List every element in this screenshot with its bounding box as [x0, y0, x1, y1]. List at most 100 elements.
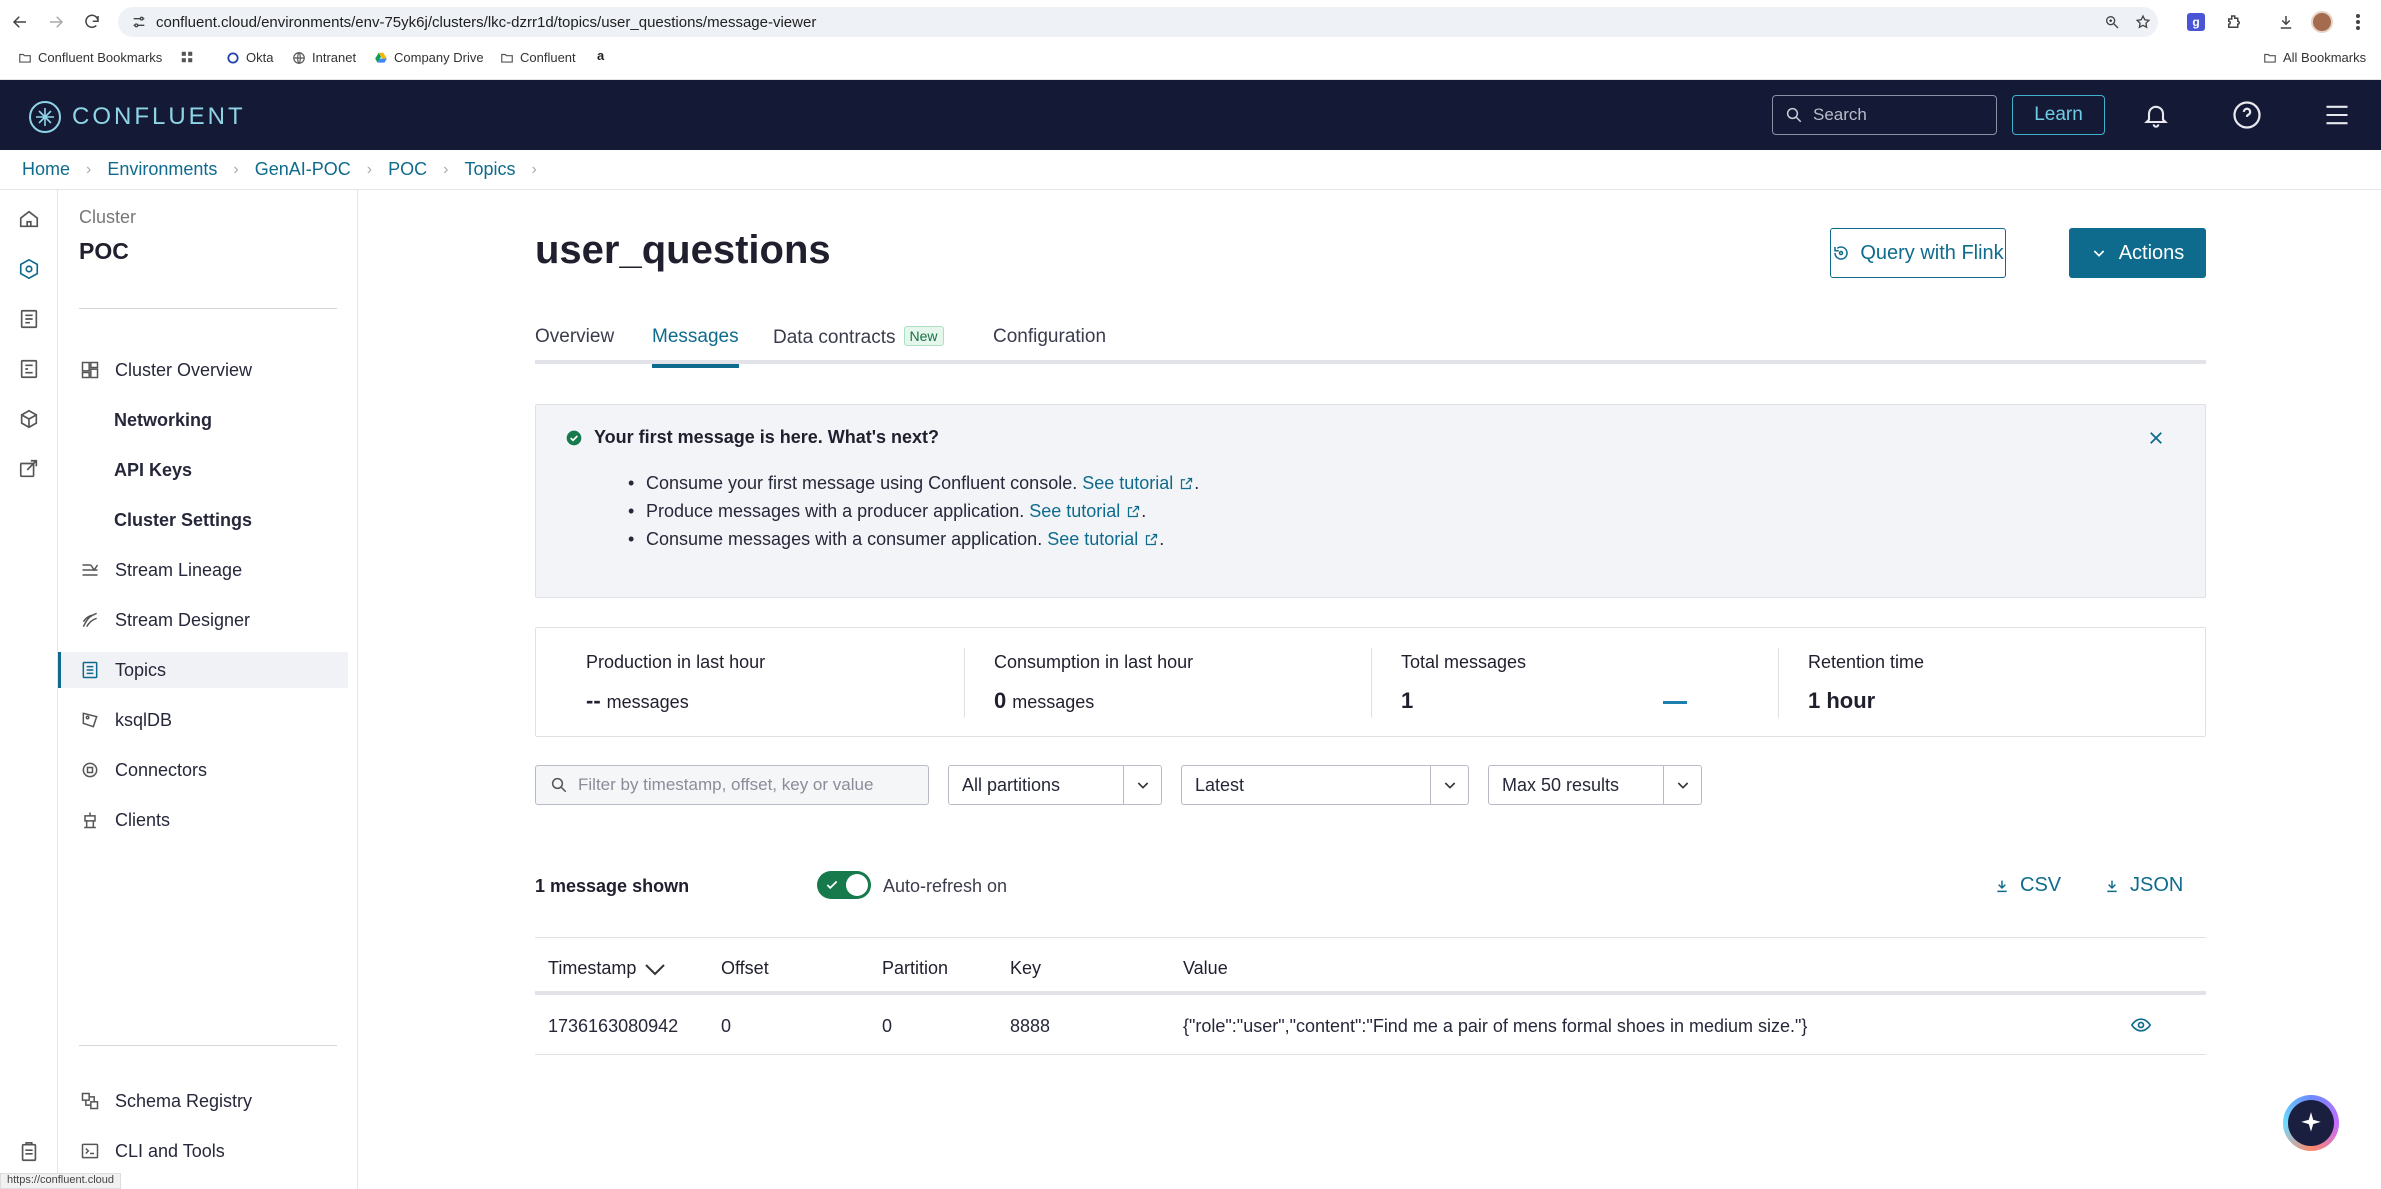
chevron-down-icon [1430, 766, 1468, 804]
environments-icon[interactable] [16, 256, 42, 282]
download-json-button[interactable]: JSON [2104, 874, 2183, 897]
profile-avatar[interactable] [2310, 10, 2334, 34]
extension-g-icon[interactable]: g [2184, 10, 2208, 34]
sidebar-item-schema-registry[interactable]: Schema Registry [58, 1083, 348, 1119]
search-icon [1786, 107, 1802, 123]
breadcrumb-genai-poc[interactable]: GenAI-POC [255, 159, 351, 180]
list-item: Produce messages with a producer applica… [628, 501, 1199, 529]
message-filter-input[interactable]: Filter by timestamp, offset, key or valu… [535, 765, 929, 805]
breadcrumb-topics[interactable]: Topics [464, 159, 515, 180]
sidebar-item-topics[interactable]: Topics [58, 652, 348, 688]
max-results-select[interactable]: Max 50 results [1488, 765, 1702, 805]
cell-value: {"role":"user","content":"Find me a pair… [1183, 1016, 1808, 1036]
stat-consumption-value: 0 messages [994, 688, 1095, 713]
banner-title: Your first message is here. What's next? [594, 427, 940, 447]
sidebar-item-cli-and-tools[interactable]: CLI and Tools [58, 1133, 348, 1169]
chevron-down-icon [1123, 766, 1161, 804]
auto-refresh-toggle[interactable] [817, 871, 871, 899]
hamburger-menu-icon[interactable] [2322, 100, 2352, 130]
bookmark-amazon-icon[interactable]: a [597, 49, 611, 64]
bookmark-company-drive[interactable]: Company Drive [374, 50, 484, 65]
cell-offset: 0 [721, 1016, 732, 1036]
help-icon[interactable] [2232, 100, 2262, 130]
external-link-icon[interactable] [1126, 504, 1141, 519]
see-tutorial-link[interactable]: See tutorial [1082, 473, 1173, 493]
close-icon[interactable] [2147, 429, 2165, 447]
stat-total-value: 1 [1401, 688, 1414, 713]
bookmark-confluent[interactable]: Confluent [500, 50, 576, 65]
forward-icon[interactable] [44, 10, 68, 34]
learn-button[interactable]: Learn [2012, 95, 2105, 135]
sidebar-item-connectors[interactable]: Connectors [58, 752, 348, 788]
apps-grid-icon[interactable] [180, 50, 194, 64]
terminal-icon [79, 1140, 101, 1162]
download-icon[interactable] [2274, 10, 2298, 34]
list-item: Consume messages with a consumer applica… [628, 529, 1199, 557]
sidebar-item-api-keys[interactable]: API Keys [58, 452, 348, 488]
tab-configuration[interactable]: Configuration [993, 326, 1106, 364]
documents-icon[interactable] [16, 306, 42, 332]
site-info-icon[interactable] [128, 11, 150, 33]
bookmark-all-bookmarks[interactable]: All Bookmarks [2263, 50, 2366, 65]
offset-position-select[interactable]: Latest [1181, 765, 1469, 805]
address-bar[interactable]: confluent.cloud/environments/env-75yk6j/… [118, 7, 2158, 37]
bookmark-intranet[interactable]: Intranet [292, 50, 356, 65]
download-csv-button[interactable]: CSV [1994, 874, 2061, 897]
external-link-icon[interactable] [1179, 476, 1194, 491]
browser-menu-icon[interactable] [2346, 10, 2370, 34]
extensions-puzzle-icon[interactable] [2222, 10, 2246, 34]
consumption-sparkline [1663, 701, 1687, 704]
sidebar-item-stream-lineage[interactable]: Stream Lineage [58, 552, 348, 588]
banner-list: Consume your first message using Conflue… [628, 473, 1199, 557]
schema-icon [79, 1090, 101, 1112]
sidebar-item-cluster-settings[interactable]: Cluster Settings [58, 502, 348, 538]
tab-overview[interactable]: Overview [535, 326, 614, 364]
partitions-select[interactable]: All partitions [948, 765, 1162, 805]
clipboard-icon[interactable] [16, 1139, 42, 1165]
sidebar-item-ksqldb[interactable]: ksqlDB [58, 702, 348, 738]
reload-icon[interactable] [80, 10, 104, 34]
breadcrumb-poc[interactable]: POC [388, 159, 427, 180]
home-icon[interactable] [16, 206, 42, 232]
stat-consumption-label: Consumption in last hour [994, 652, 1194, 672]
sidebar-item-clients[interactable]: Clients [58, 802, 348, 838]
actions-button[interactable]: Actions [2069, 228, 2206, 278]
header-search-input[interactable]: Search [1772, 95, 1997, 135]
ai-assistant-button[interactable] [2283, 1095, 2339, 1151]
bookmark-confluent-bookmarks[interactable]: Confluent Bookmarks [18, 50, 162, 65]
app-header: CONFLUENT Search Learn [0, 80, 2381, 150]
cluster-sidebar: Cluster POC Cluster Overview Networking … [58, 190, 358, 1189]
table-row[interactable]: 1736163080942 0 0 8888 {"role":"user","c… [535, 995, 2206, 1055]
folder-icon [501, 53, 513, 63]
chevron-down-icon [1663, 766, 1701, 804]
breadcrumb-environments[interactable]: Environments [107, 159, 217, 180]
billing-icon[interactable] [16, 356, 42, 382]
zoom-icon[interactable] [2101, 11, 2123, 33]
connectors-icon [79, 759, 101, 781]
breadcrumb-home[interactable]: Home [22, 159, 70, 180]
sidebar-item-networking[interactable]: Networking [58, 402, 348, 438]
url-text[interactable]: confluent.cloud/environments/env-75yk6j/… [156, 14, 816, 31]
sidebar-item-cluster-overview[interactable]: Cluster Overview [58, 352, 348, 388]
eye-icon[interactable] [2131, 1017, 2151, 1033]
main-content: user_questions Query with Flink Actions … [358, 190, 2381, 1189]
tab-data-contracts[interactable]: Data contracts New [773, 326, 944, 364]
back-icon[interactable] [8, 10, 32, 34]
notifications-bell-icon[interactable] [2141, 100, 2171, 130]
toggle-knob [846, 874, 868, 896]
column-timestamp[interactable]: Timestamp [548, 958, 666, 979]
confluent-logo[interactable]: CONFLUENT [28, 100, 246, 134]
see-tutorial-link[interactable]: See tutorial [1047, 529, 1138, 549]
integrations-icon[interactable] [16, 406, 42, 432]
query-with-flink-button[interactable]: Query with Flink [1830, 228, 2006, 278]
bookmark-star-icon[interactable] [2132, 11, 2154, 33]
sidebar-item-stream-designer[interactable]: Stream Designer [58, 602, 348, 638]
tab-messages[interactable]: Messages [652, 326, 739, 368]
bookmark-okta[interactable]: Okta [226, 50, 273, 65]
sort-descending-icon [645, 963, 666, 975]
share-icon[interactable] [16, 456, 42, 482]
divider [1778, 648, 1779, 718]
external-link-icon[interactable] [1144, 532, 1159, 547]
flink-icon [1834, 246, 1849, 260]
see-tutorial-link[interactable]: See tutorial [1029, 501, 1120, 521]
